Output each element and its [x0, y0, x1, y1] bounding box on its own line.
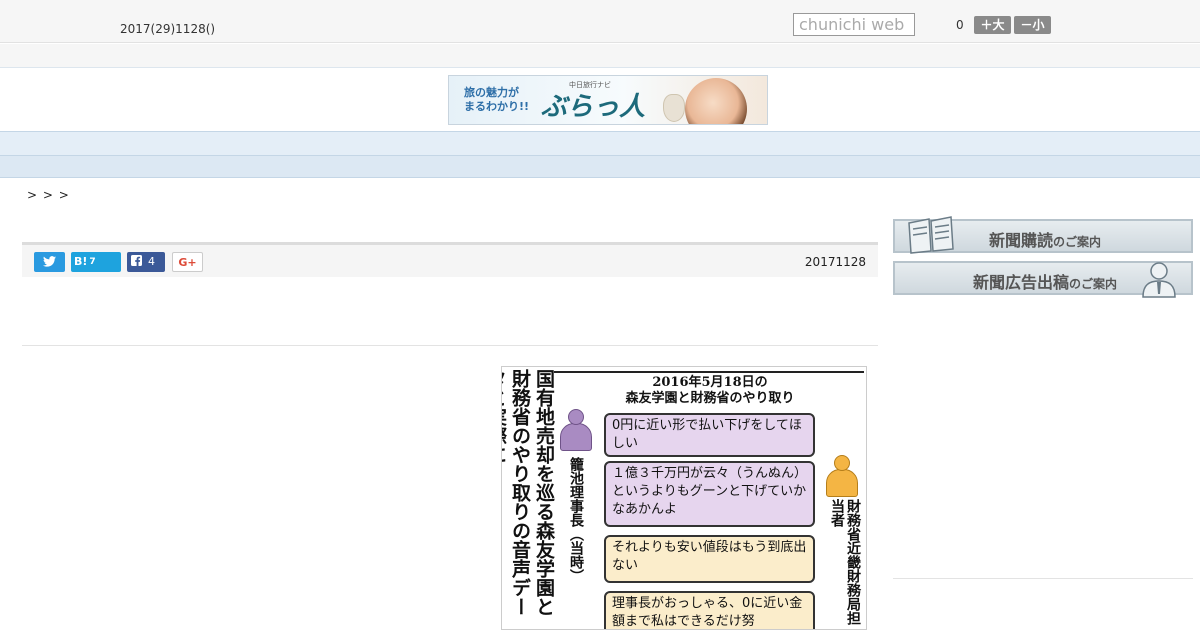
- nav-item[interactable]: [816, 136, 856, 155]
- top-bar: 2017(29)1128() 0 ＋大 －小: [0, 0, 1200, 43]
- sidebar-divider: [893, 578, 1193, 579]
- nav-item[interactable]: [336, 136, 376, 155]
- banner-copy: 旅の魅力が まるわかり!!: [464, 86, 530, 113]
- nav-item[interactable]: [496, 136, 536, 155]
- subscribe-label: 新聞購読のご案内: [988, 231, 1102, 250]
- speaker-right-label: 財務省近畿財務局担当者: [829, 499, 861, 625]
- ad-placement-banner[interactable]: 新聞広告出稿のご案内: [893, 261, 1193, 298]
- sub-nav: [0, 156, 1200, 178]
- article-figure: 国有地売却を巡る森友学園と財務省のやり取りの音声データと実際に 2016年5月1…: [501, 366, 867, 630]
- speech-bubble: それよりも安い値段はもう到底出ない: [604, 535, 815, 583]
- breadcrumb[interactable]: > > >: [27, 188, 70, 202]
- hatena-count: 7: [89, 257, 96, 267]
- banner-logo: ぶらっ人: [541, 92, 646, 122]
- speech-bubble: 理事長がおっしゃる、0に近い金額まで私はできるだけ努: [604, 591, 815, 629]
- ad-banner[interactable]: 旅の魅力が まるわかり!! 中日旅行ナビ ぶらっ人: [448, 75, 768, 125]
- banner-model-image: [685, 78, 747, 124]
- twitter-share-button[interactable]: [34, 252, 65, 272]
- global-nav: [0, 131, 1200, 156]
- figure-title: 国有地売却を巡る森友学園と財務省のやり取りの音声データと実際に: [502, 369, 555, 616]
- businessman-icon: [1142, 262, 1176, 298]
- nav-item[interactable]: [176, 136, 216, 155]
- speech-bubble: １億３千万円が云々（うんぬん）というよりもグーンと下げていかなあかんよ: [604, 461, 815, 527]
- counter-value: 0: [956, 18, 964, 32]
- person-icon-purple: [560, 409, 592, 451]
- font-larger-button[interactable]: ＋大: [974, 16, 1011, 34]
- shell-image: [663, 94, 685, 122]
- facebook-icon: [131, 255, 142, 266]
- nav-item[interactable]: [576, 136, 616, 155]
- header-date: 2017(29)1128(): [120, 22, 216, 36]
- figure-frame-line: [554, 371, 864, 373]
- search-input[interactable]: [793, 13, 915, 36]
- font-smaller-button[interactable]: －小: [1014, 16, 1051, 34]
- subscribe-banner[interactable]: 新聞購読のご案内: [893, 216, 1193, 254]
- nav-item[interactable]: [256, 136, 296, 155]
- figure-heading: 2016年5月18日の 森友学園と財務省のやり取り: [625, 375, 795, 406]
- facebook-count: 4: [148, 255, 155, 268]
- nav-item[interactable]: [656, 136, 696, 155]
- header-strip: [0, 44, 1200, 68]
- nav-item[interactable]: [736, 136, 776, 155]
- share-bar: B! 7 4 G+ 20171128: [22, 242, 878, 277]
- nav-item[interactable]: [416, 136, 456, 155]
- hatena-bookmark-button[interactable]: B! 7: [71, 252, 121, 272]
- publish-date: 20171128: [804, 255, 866, 269]
- twitter-icon: [43, 256, 56, 267]
- content-divider: [22, 345, 878, 346]
- hatena-icon: B!: [74, 255, 88, 268]
- person-icon-orange: [826, 455, 858, 497]
- speaker-left-label: 籠池理事長（当時）: [568, 457, 584, 583]
- speech-bubble: 0円に近い形で払い下げをしてほしい: [604, 413, 815, 457]
- facebook-share-button[interactable]: 4: [127, 252, 165, 272]
- google-plus-button[interactable]: G+: [172, 252, 203, 272]
